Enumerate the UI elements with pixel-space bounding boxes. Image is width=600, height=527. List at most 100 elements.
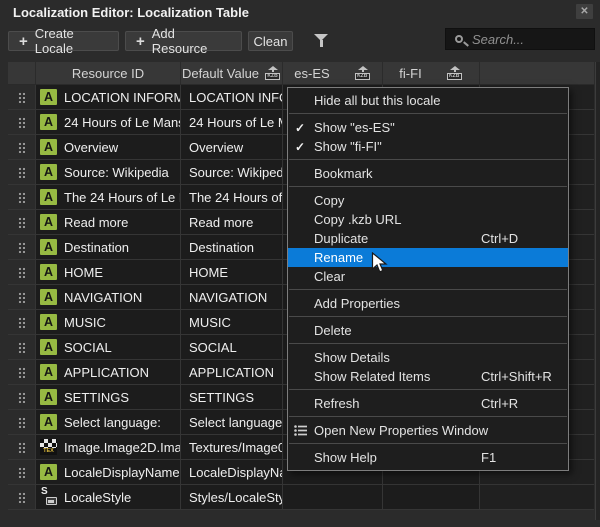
drag-handle-icon <box>18 467 25 478</box>
resource-id-cell[interactable]: A SOCIAL <box>36 335 181 360</box>
default-value-cell[interactable]: Select language: <box>181 410 283 435</box>
search-input[interactable] <box>472 29 590 49</box>
menu-item-refresh[interactable]: Refresh Ctrl+R <box>288 394 568 413</box>
add-resource-button[interactable]: + Add Resource <box>125 31 242 51</box>
menu-item-copy-kzb-url[interactable]: Copy .kzb URL <box>288 210 568 229</box>
resource-id-cell[interactable]: A Destination <box>36 235 181 260</box>
row-drag-handle[interactable] <box>8 435 36 460</box>
menu-item-hide-all-but-this-locale[interactable]: Hide all but this locale <box>288 91 568 110</box>
menu-item-show-fi-fi[interactable]: ✓ Show "fi-FI" <box>288 137 568 156</box>
resource-id-cell[interactable]: A Overview <box>36 135 181 160</box>
default-value-cell[interactable]: APPLICATION <box>181 360 283 385</box>
search-box[interactable] <box>445 28 595 50</box>
kzb-export-icon[interactable]: KZB <box>446 66 463 80</box>
row-drag-handle[interactable] <box>8 135 36 160</box>
default-value-cell[interactable]: LocaleDisplayNam <box>181 460 283 485</box>
resource-id-cell[interactable]: A NAVIGATION <box>36 285 181 310</box>
row-drag-handle[interactable] <box>8 235 36 260</box>
menu-item-show-details[interactable]: Show Details <box>288 348 568 367</box>
default-value-cell[interactable]: Read more <box>181 210 283 235</box>
default-value-cell[interactable]: SOCIAL <box>181 335 283 360</box>
filter-icon[interactable] <box>313 34 329 48</box>
default-value-cell[interactable]: The 24 Hours of L <box>181 185 283 210</box>
menu-item-show-related-items[interactable]: Show Related Items Ctrl+Shift+R <box>288 367 568 386</box>
default-value-cell[interactable]: Styles/LocaleStyle <box>181 485 283 510</box>
resource-id-text: Read more <box>64 215 128 230</box>
column-header-resource-id[interactable]: Resource ID <box>36 62 181 84</box>
row-drag-handle[interactable] <box>8 110 36 135</box>
row-drag-handle[interactable] <box>8 385 36 410</box>
menu-item-label: Open New Properties Window <box>314 423 488 438</box>
default-value-cell[interactable]: MUSIC <box>181 310 283 335</box>
resource-id-cell[interactable]: A Source: Wikipedia <box>36 160 181 185</box>
kzb-export-icon[interactable]: KZB <box>264 66 281 80</box>
drag-handle-icon <box>18 392 25 403</box>
row-drag-handle[interactable] <box>8 160 36 185</box>
default-value-cell[interactable]: Textures/Image01 <box>181 435 283 460</box>
menu-item-show-help[interactable]: Show Help F1 <box>288 448 568 467</box>
menu-item-shortcut: Ctrl+D <box>481 229 518 248</box>
resource-id-text: HOME <box>64 265 103 280</box>
scrollbar-gutter[interactable] <box>596 62 600 520</box>
table-row[interactable]: S LocaleStyle Styles/LocaleStyle <box>8 485 594 510</box>
row-drag-handle[interactable] <box>8 285 36 310</box>
row-drag-handle[interactable] <box>8 185 36 210</box>
menu-separator <box>289 416 567 417</box>
row-drag-handle[interactable] <box>8 410 36 435</box>
row-drag-handle[interactable] <box>8 485 36 510</box>
resource-id-cell[interactable]: A HOME <box>36 260 181 285</box>
fi-fi-cell[interactable] <box>383 485 480 510</box>
menu-item-label: Show Details <box>314 350 390 365</box>
column-header-es-es[interactable]: es-ES KZB <box>283 62 383 84</box>
resource-id-cell[interactable]: A APPLICATION <box>36 360 181 385</box>
resource-id-cell[interactable]: A LOCATION INFORMAT <box>36 85 181 110</box>
menu-item-add-properties[interactable]: Add Properties <box>288 294 568 313</box>
menu-item-bookmark[interactable]: Bookmark <box>288 164 568 183</box>
resource-id-cell[interactable]: TEX Image.Image2D.Imag <box>36 435 181 460</box>
menu-item-copy[interactable]: Copy <box>288 191 568 210</box>
default-value-cell[interactable]: 24 Hours of Le Ma <box>181 110 283 135</box>
kzb-export-icon[interactable]: KZB <box>354 66 371 80</box>
row-drag-handle[interactable] <box>8 360 36 385</box>
resource-id-cell[interactable]: A Select language: <box>36 410 181 435</box>
menu-item-delete[interactable]: Delete <box>288 321 568 340</box>
default-value-cell[interactable]: LOCATION INFOR <box>181 85 283 110</box>
menu-item-rename[interactable]: Rename <box>288 248 568 267</box>
menu-item-show-es-es[interactable]: ✓ Show "es-ES" <box>288 118 568 137</box>
resource-id-cell[interactable]: A Read more <box>36 210 181 235</box>
default-value-cell[interactable]: Overview <box>181 135 283 160</box>
clean-button[interactable]: Clean <box>248 31 293 51</box>
row-drag-handle[interactable] <box>8 260 36 285</box>
default-value-cell[interactable]: HOME <box>181 260 283 285</box>
menu-item-clear[interactable]: Clear <box>288 267 568 286</box>
context-menu: Hide all but this locale ✓ Show "es-ES" … <box>287 87 569 471</box>
row-drag-handle[interactable] <box>8 460 36 485</box>
row-drag-handle[interactable] <box>8 85 36 110</box>
create-locale-button[interactable]: + Create Locale <box>8 31 119 51</box>
row-drag-handle[interactable] <box>8 210 36 235</box>
text-resource-icon: A <box>40 164 57 180</box>
es-es-cell[interactable] <box>283 485 383 510</box>
column-header-fi-fi[interactable]: fi-FI KZB <box>383 62 480 84</box>
default-value-cell[interactable]: SETTINGS <box>181 385 283 410</box>
resource-id-cell[interactable]: A MUSIC <box>36 310 181 335</box>
default-value-text: Destination <box>189 240 254 255</box>
default-value-cell[interactable]: Source: Wikipedia <box>181 160 283 185</box>
row-drag-handle[interactable] <box>8 335 36 360</box>
resource-id-cell[interactable]: S LocaleStyle <box>36 485 181 510</box>
drag-handle-icon <box>18 342 25 353</box>
resource-id-cell[interactable]: A 24 Hours of Le Mans <box>36 110 181 135</box>
row-drag-handle[interactable] <box>8 310 36 335</box>
default-value-cell[interactable]: NAVIGATION <box>181 285 283 310</box>
default-value-cell[interactable]: Destination <box>181 235 283 260</box>
close-button[interactable]: ✕ <box>576 4 593 19</box>
menu-item-open-new-properties-window[interactable]: Open New Properties Window <box>288 421 568 440</box>
column-header-default-value[interactable]: Default Value KZB <box>181 62 283 84</box>
menu-item-label: Delete <box>314 323 352 338</box>
resource-id-cell[interactable]: A LocaleDisplayName <box>36 460 181 485</box>
resource-id-cell[interactable]: A The 24 Hours of Le M <box>36 185 181 210</box>
resource-id-cell[interactable]: A SETTINGS <box>36 385 181 410</box>
menu-item-shortcut: F1 <box>481 448 496 467</box>
menu-item-duplicate[interactable]: Duplicate Ctrl+D <box>288 229 568 248</box>
menu-item-label: Add Properties <box>314 296 400 311</box>
